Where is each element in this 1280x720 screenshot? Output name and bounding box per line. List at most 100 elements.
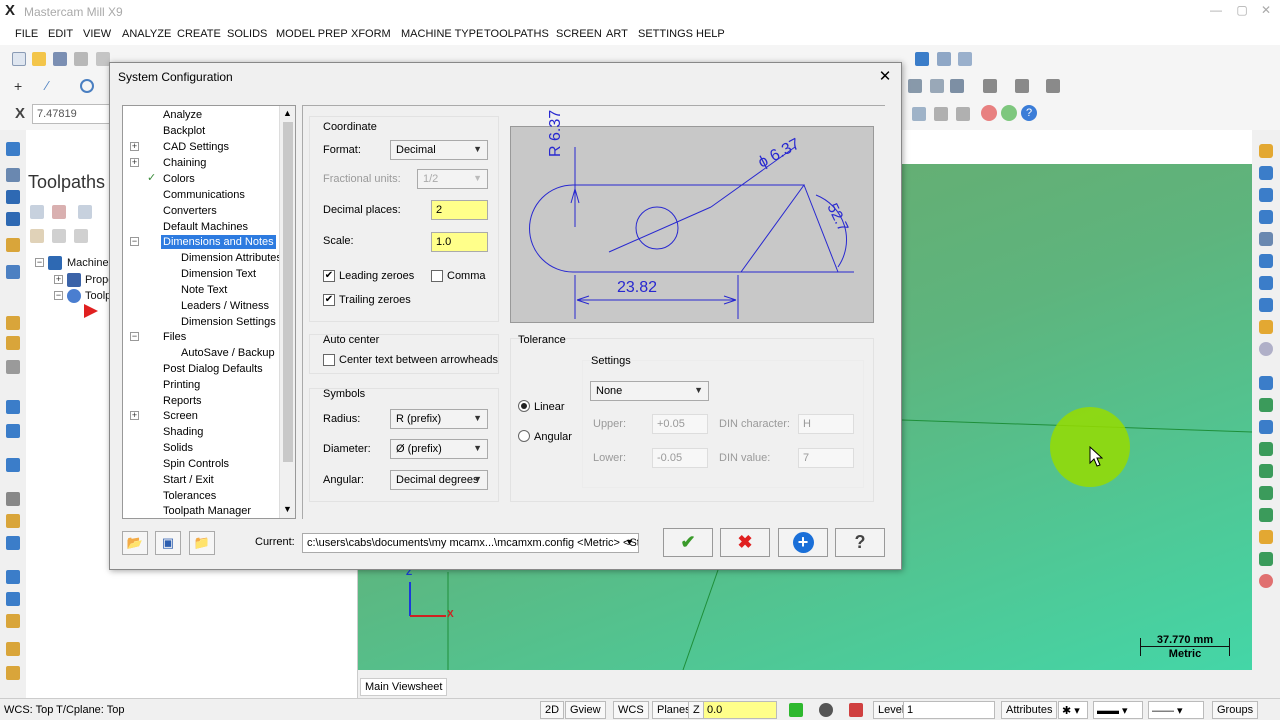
tree-item-dimension-settings[interactable]: Dimension Settings	[181, 315, 276, 329]
point-style-icon[interactable]	[819, 703, 833, 717]
toolbar-icon[interactable]	[937, 52, 951, 66]
toolbar-icon[interactable]	[956, 107, 970, 121]
tree-item-leaders-witness[interactable]: Leaders / Witness	[181, 299, 269, 313]
tree-item-dimension-attributes[interactable]: Dimension Attributes	[181, 251, 282, 265]
toolbar-icon[interactable]	[6, 592, 20, 606]
tree-item-cad-settings[interactable]: CAD Settings	[163, 140, 229, 154]
menu-solids[interactable]: SOLIDS	[227, 28, 267, 40]
point-style-select[interactable]: ✱ ▾	[1058, 701, 1088, 719]
toolbar-icon[interactable]	[6, 492, 20, 506]
menu-file[interactable]: FILE	[15, 28, 38, 40]
decimal-places-field[interactable]: 2	[431, 200, 488, 220]
format-select[interactable]: Decimal ▼	[390, 140, 488, 160]
din-value-field[interactable]: 7	[798, 448, 854, 468]
tree-item-converters[interactable]: Converters	[163, 204, 217, 218]
close-window-icon[interactable]: ✕	[1256, 3, 1276, 17]
surface-color-icon[interactable]	[849, 703, 863, 717]
scale-field[interactable]: 1.0	[431, 232, 488, 252]
lower-field[interactable]: -0.05	[652, 448, 708, 468]
toolbar-icon[interactable]	[1259, 320, 1273, 334]
toolbar-icon[interactable]	[6, 614, 20, 628]
tree-scrollbar[interactable]: ▲ ▼	[279, 106, 295, 518]
toolbar-icon[interactable]	[1259, 232, 1273, 246]
toolbar-icon[interactable]	[6, 142, 20, 156]
toolbar-icon[interactable]	[6, 190, 20, 204]
gview-button[interactable]: Gview	[565, 701, 606, 719]
toolbar-icon[interactable]	[6, 265, 20, 279]
2d-toggle-button[interactable]: 2D	[540, 701, 565, 719]
toolbar-icon[interactable]	[6, 666, 20, 680]
diameter-select[interactable]: Ø (prefix) ▼	[390, 439, 488, 459]
toolbar-icon[interactable]	[1259, 398, 1273, 412]
expand-icon[interactable]: +	[130, 142, 139, 151]
toolbar-icon[interactable]	[1259, 254, 1273, 268]
toolbar-icon[interactable]	[6, 360, 20, 374]
trailing-zeroes-checkbox[interactable]: ✔	[323, 294, 335, 306]
toolbar-icon[interactable]	[6, 570, 20, 584]
save-icon[interactable]	[53, 52, 67, 66]
toolbar-icon[interactable]	[983, 79, 997, 93]
center-text-checkbox[interactable]	[323, 354, 335, 366]
tree-item-default-machines[interactable]: Default Machines	[163, 220, 248, 234]
cancel-button[interactable]: ✖	[720, 528, 770, 557]
tree-item-solids[interactable]: Solids	[163, 441, 193, 455]
toolbar-icon[interactable]	[6, 336, 20, 350]
line-style-select[interactable]: ▬▬ ▾	[1093, 701, 1143, 719]
toolbar-icon[interactable]	[958, 52, 972, 66]
menu-xform[interactable]: XFORM	[351, 28, 391, 40]
maximize-icon[interactable]: ▢	[1232, 3, 1252, 17]
groups-button[interactable]: Groups	[1212, 701, 1259, 719]
open-file-icon[interactable]	[32, 52, 46, 66]
toolbar-icon[interactable]	[1259, 508, 1273, 522]
toolbar-icon[interactable]	[1259, 530, 1273, 544]
tree-item-post-dialog-defaults[interactable]: Post Dialog Defaults	[163, 362, 263, 376]
toolbar-icon[interactable]	[1259, 464, 1273, 478]
toolbar-icon[interactable]	[1259, 276, 1273, 290]
tree-item-screen[interactable]: Screen	[163, 409, 198, 423]
tree-item-analyze[interactable]: Analyze	[163, 108, 202, 122]
deselect-icon[interactable]	[52, 205, 66, 219]
select-all-icon[interactable]	[30, 205, 44, 219]
tree-item-dimension-text[interactable]: Dimension Text	[181, 267, 256, 281]
tree-item-tolerances[interactable]: Tolerances	[163, 489, 216, 503]
toolbar-icon[interactable]	[915, 52, 929, 66]
tree-item-printing[interactable]: Printing	[163, 378, 200, 392]
expand-icon[interactable]: −	[35, 258, 44, 267]
toolbar-icon[interactable]	[1015, 79, 1029, 93]
toolbar-icon[interactable]	[6, 642, 20, 656]
expand-icon[interactable]: +	[54, 275, 63, 284]
toolbar-icon[interactable]	[1259, 552, 1273, 566]
toolbar-icon[interactable]	[912, 107, 926, 121]
new-file-icon[interactable]	[12, 52, 26, 66]
expand-icon[interactable]: +	[130, 411, 139, 420]
toolbar-icon[interactable]	[1259, 442, 1273, 456]
tree-item-start-exit[interactable]: Start / Exit	[163, 473, 214, 487]
leading-zeroes-checkbox[interactable]: ✔	[323, 270, 335, 282]
menu-analyze[interactable]: ANALYZE	[122, 28, 171, 40]
toolbar-icon[interactable]	[6, 238, 20, 252]
collapse-icon[interactable]: −	[130, 332, 139, 341]
toolbar-icon[interactable]	[1259, 342, 1273, 356]
toolbar-icon[interactable]	[1259, 298, 1273, 312]
scrollbar-thumb[interactable]	[283, 122, 293, 462]
upper-field[interactable]: +0.05	[652, 414, 708, 434]
scroll-up-icon[interactable]: ▲	[283, 108, 292, 118]
toolbar-icon[interactable]	[6, 212, 20, 226]
help-button[interactable]: ?	[835, 528, 885, 557]
menu-edit[interactable]: EDIT	[48, 28, 73, 40]
toggle-icon[interactable]	[74, 229, 88, 243]
print-icon[interactable]	[74, 52, 88, 66]
scroll-down-icon[interactable]: ▼	[283, 504, 292, 514]
tree-item-communications[interactable]: Communications	[163, 188, 245, 202]
toolbar-icon[interactable]	[950, 79, 964, 93]
tree-item-spin-controls[interactable]: Spin Controls	[163, 457, 229, 471]
toolbar-icon[interactable]	[6, 424, 20, 438]
toolbar-icon[interactable]	[6, 514, 20, 528]
ok-icon[interactable]	[1001, 105, 1017, 121]
dialog-close-button[interactable]: ✕	[877, 67, 893, 85]
tree-item-chaining[interactable]: Chaining	[163, 156, 206, 170]
tree-item-dimensions-and-notes[interactable]: Dimensions and Notes	[161, 235, 276, 249]
toolbar-icon[interactable]	[1259, 420, 1273, 434]
fractional-units-select[interactable]: 1/2 ▼	[417, 169, 488, 189]
tree-item-files[interactable]: Files	[163, 330, 186, 344]
